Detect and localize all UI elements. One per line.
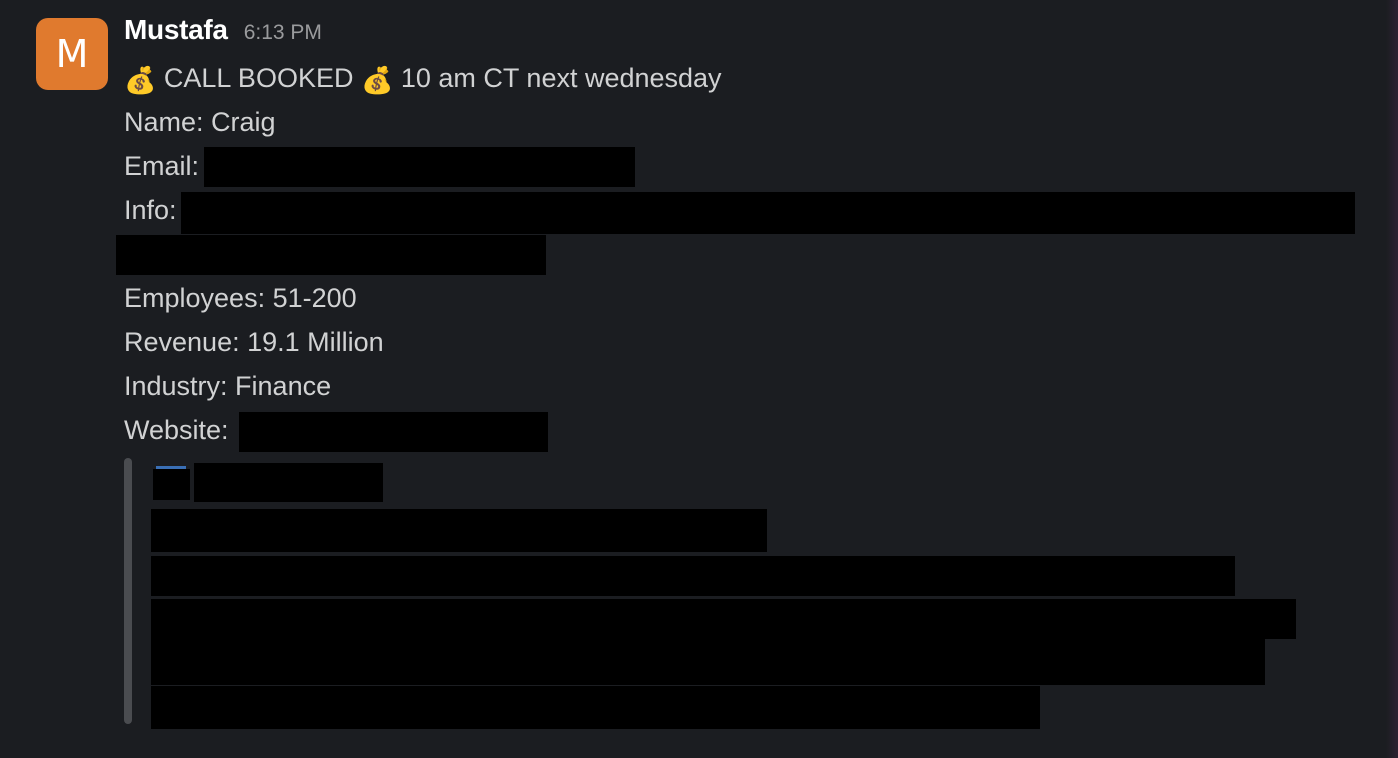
redacted-preview-site-name[interactable] — [194, 463, 383, 502]
redacted-preview-description — [151, 639, 1265, 685]
redacted-preview-description — [151, 686, 1040, 729]
redacted-preview-description — [151, 556, 1235, 596]
message-timestamp[interactable]: 6:13 PM — [244, 21, 322, 45]
avatar[interactable]: M — [36, 18, 108, 90]
chat-message: M Mustafa 6:13 PM 💰 CALL BOOKED 💰 10 am … — [0, 0, 1398, 758]
field-industry: Industry: Finance — [124, 371, 332, 401]
redacted-preview-title[interactable] — [151, 509, 767, 552]
field-info-label: Info: — [124, 195, 177, 225]
redacted-info — [181, 192, 1355, 234]
field-employees: Employees: 51-200 — [124, 283, 357, 313]
redacted-preview-favicon — [153, 469, 190, 500]
headline-text: CALL BOOKED — [163, 63, 354, 93]
message-header: Mustafa 6:13 PM — [124, 14, 322, 54]
field-revenue: Revenue: 19.1 Million — [124, 327, 384, 357]
link-preview-border — [124, 458, 132, 724]
redacted-info-continued — [116, 235, 546, 275]
field-name: Name: Craig — [124, 107, 276, 137]
redacted-preview-description — [151, 599, 1296, 639]
field-website-label: Website: — [124, 415, 229, 445]
headline-line: 💰 CALL BOOKED 💰 10 am CT next wednesday — [124, 58, 722, 98]
redacted-website[interactable] — [239, 412, 548, 452]
avatar-letter: M — [55, 32, 89, 76]
money-bag-icon: 💰 — [124, 66, 157, 96]
scrollbar-track[interactable] — [1386, 0, 1398, 758]
money-bag-icon: 💰 — [360, 66, 394, 96]
redacted-email — [204, 147, 635, 187]
field-email-label: Email: — [124, 151, 200, 181]
sender-name[interactable]: Mustafa — [124, 14, 228, 46]
headline-detail: 10 am CT next wednesday — [400, 63, 722, 93]
